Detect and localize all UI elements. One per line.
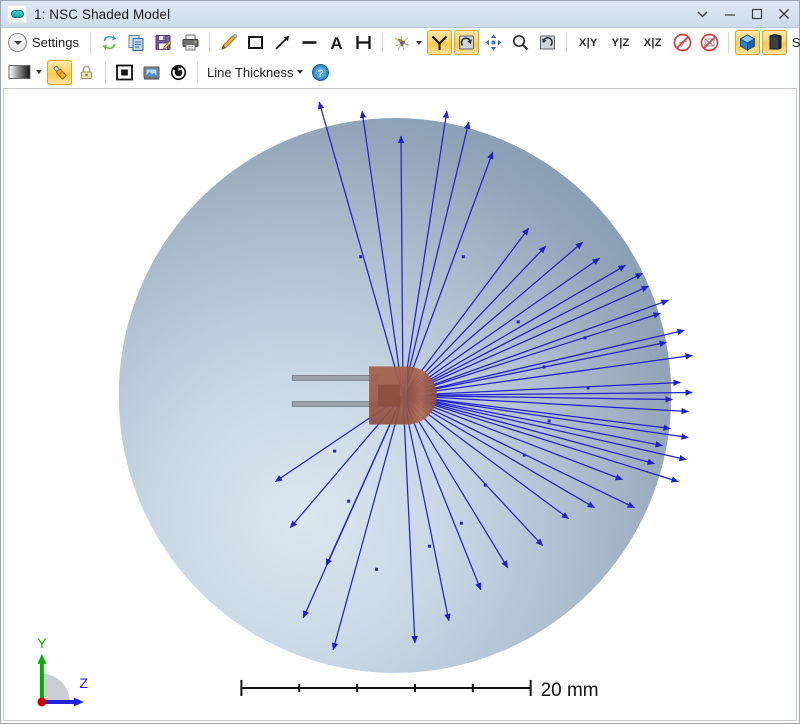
chevron-down-icon[interactable] xyxy=(36,70,42,74)
line-thickness-label: Line Thickness xyxy=(207,65,293,80)
refresh-view-button[interactable] xyxy=(166,60,191,85)
no-rays-icon xyxy=(673,33,692,52)
draw-arrow-button[interactable] xyxy=(270,30,295,55)
led-emitter xyxy=(369,366,437,424)
window-controls xyxy=(689,1,797,27)
render-mode-label: Solid xyxy=(792,35,800,50)
nsc-shaded-model-icon xyxy=(7,5,27,23)
axes-tripod-button[interactable] xyxy=(427,30,452,55)
zoom-button[interactable] xyxy=(508,30,533,55)
axis-indicator: Y Z xyxy=(37,635,88,707)
help-question-icon: ? xyxy=(311,63,330,82)
hide-rays-button[interactable] xyxy=(670,30,695,55)
no-objects-icon xyxy=(700,33,719,52)
export-image-icon xyxy=(142,63,161,82)
chevron-down-circle-icon xyxy=(8,33,27,52)
view-xy-label: X|Y xyxy=(576,37,601,49)
axis-z-label: Z xyxy=(80,675,89,691)
help-button[interactable]: ? xyxy=(308,60,333,85)
blue-cube-icon xyxy=(738,33,757,52)
render-mode-dropdown[interactable]: Solid xyxy=(789,30,800,55)
save-button[interactable] xyxy=(151,30,176,55)
toolbar-primary: Settings xyxy=(1,28,799,57)
line-icon xyxy=(300,33,319,52)
dimension-h-icon xyxy=(354,33,373,52)
shaded-model-viewport[interactable]: 20 mm Y Z xyxy=(3,88,797,721)
rectangle-icon xyxy=(246,33,265,52)
toolbar-separator xyxy=(197,62,198,83)
close-icon[interactable] xyxy=(770,1,797,27)
magnifier-icon xyxy=(511,33,530,52)
rotate-button[interactable] xyxy=(454,30,479,55)
dimension-button[interactable] xyxy=(351,30,376,55)
view-xz-button[interactable]: X|Z xyxy=(638,30,668,55)
hide-objects-button[interactable] xyxy=(697,30,722,55)
refresh-circle-icon xyxy=(169,63,188,82)
axis-y-label: Y xyxy=(37,635,47,651)
draw-line-button[interactable] xyxy=(297,30,322,55)
pan-move-icon xyxy=(484,33,503,52)
shaded-model-button[interactable] xyxy=(735,30,760,55)
scale-bar xyxy=(241,680,530,696)
view-xz-label: X|Z xyxy=(641,37,665,49)
save-disk-icon xyxy=(154,33,173,52)
fit-to-window-button[interactable] xyxy=(112,60,137,85)
minimize-icon[interactable] xyxy=(716,1,743,27)
chevron-down-icon[interactable] xyxy=(297,70,303,74)
toolbar-separator xyxy=(209,32,210,53)
toolbar-separator xyxy=(566,32,567,53)
light-source-button[interactable] xyxy=(389,30,425,55)
lighting-button[interactable] xyxy=(47,60,72,85)
svg-text:A: A xyxy=(330,34,342,52)
window-title: 1: NSC Shaded Model xyxy=(34,7,170,22)
background-gradient-button[interactable] xyxy=(5,60,45,85)
lock-button[interactable] xyxy=(74,60,99,85)
svg-text:?: ? xyxy=(318,68,325,80)
view-xy-button[interactable]: X|Y xyxy=(573,30,604,55)
reset-view-button[interactable] xyxy=(535,30,560,55)
maximize-icon[interactable] xyxy=(743,1,770,27)
dark-cube-icon xyxy=(765,33,784,52)
toolbar-separator xyxy=(105,62,106,83)
copy-button[interactable] xyxy=(124,30,149,55)
toolbar-separator xyxy=(728,32,729,53)
line-thickness-dropdown[interactable]: Line Thickness xyxy=(204,60,306,85)
settings-label: Settings xyxy=(32,35,79,50)
printer-icon xyxy=(181,33,200,52)
arrow-icon xyxy=(273,33,292,52)
scale-bar-label: 20 mm xyxy=(541,680,599,701)
chevron-down-icon[interactable] xyxy=(416,41,422,45)
settings-button[interactable]: Settings xyxy=(5,30,84,55)
shaded-model-scene: 20 mm Y Z xyxy=(4,89,796,720)
flashlight-icon xyxy=(50,63,69,82)
text-a-icon: A xyxy=(327,33,346,52)
refresh-arrows-icon xyxy=(100,33,119,52)
annotate-pencil-button[interactable] xyxy=(216,30,241,55)
pan-button[interactable] xyxy=(481,30,506,55)
nsc-shaded-model-window: 1: NSC Shaded Model Settings xyxy=(0,0,800,724)
axes-tripod-icon xyxy=(430,33,449,52)
toolbar-separator xyxy=(382,32,383,53)
print-button[interactable] xyxy=(178,30,203,55)
pencil-icon xyxy=(219,33,238,52)
burst-star-icon xyxy=(392,33,412,52)
gradient-swatch-icon xyxy=(8,64,32,80)
rotate-box-icon xyxy=(457,33,476,52)
view-yz-label: Y|Z xyxy=(609,37,633,49)
view-yz-button[interactable]: Y|Z xyxy=(606,30,636,55)
chevron-down-icon[interactable] xyxy=(689,1,716,27)
export-image-button[interactable] xyxy=(139,60,164,85)
copy-icon xyxy=(127,33,146,52)
toolbar-secondary: Line Thickness ? xyxy=(1,57,799,88)
draw-rectangle-button[interactable] xyxy=(243,30,268,55)
title-bar: 1: NSC Shaded Model xyxy=(1,1,799,28)
refresh-button[interactable] xyxy=(97,30,122,55)
solid-model-button[interactable] xyxy=(762,30,787,55)
add-text-button[interactable]: A xyxy=(324,30,349,55)
lock-icon xyxy=(77,63,96,82)
fit-window-icon xyxy=(115,63,134,82)
toolbar-separator xyxy=(90,32,91,53)
reset-rotate-icon xyxy=(538,33,557,52)
